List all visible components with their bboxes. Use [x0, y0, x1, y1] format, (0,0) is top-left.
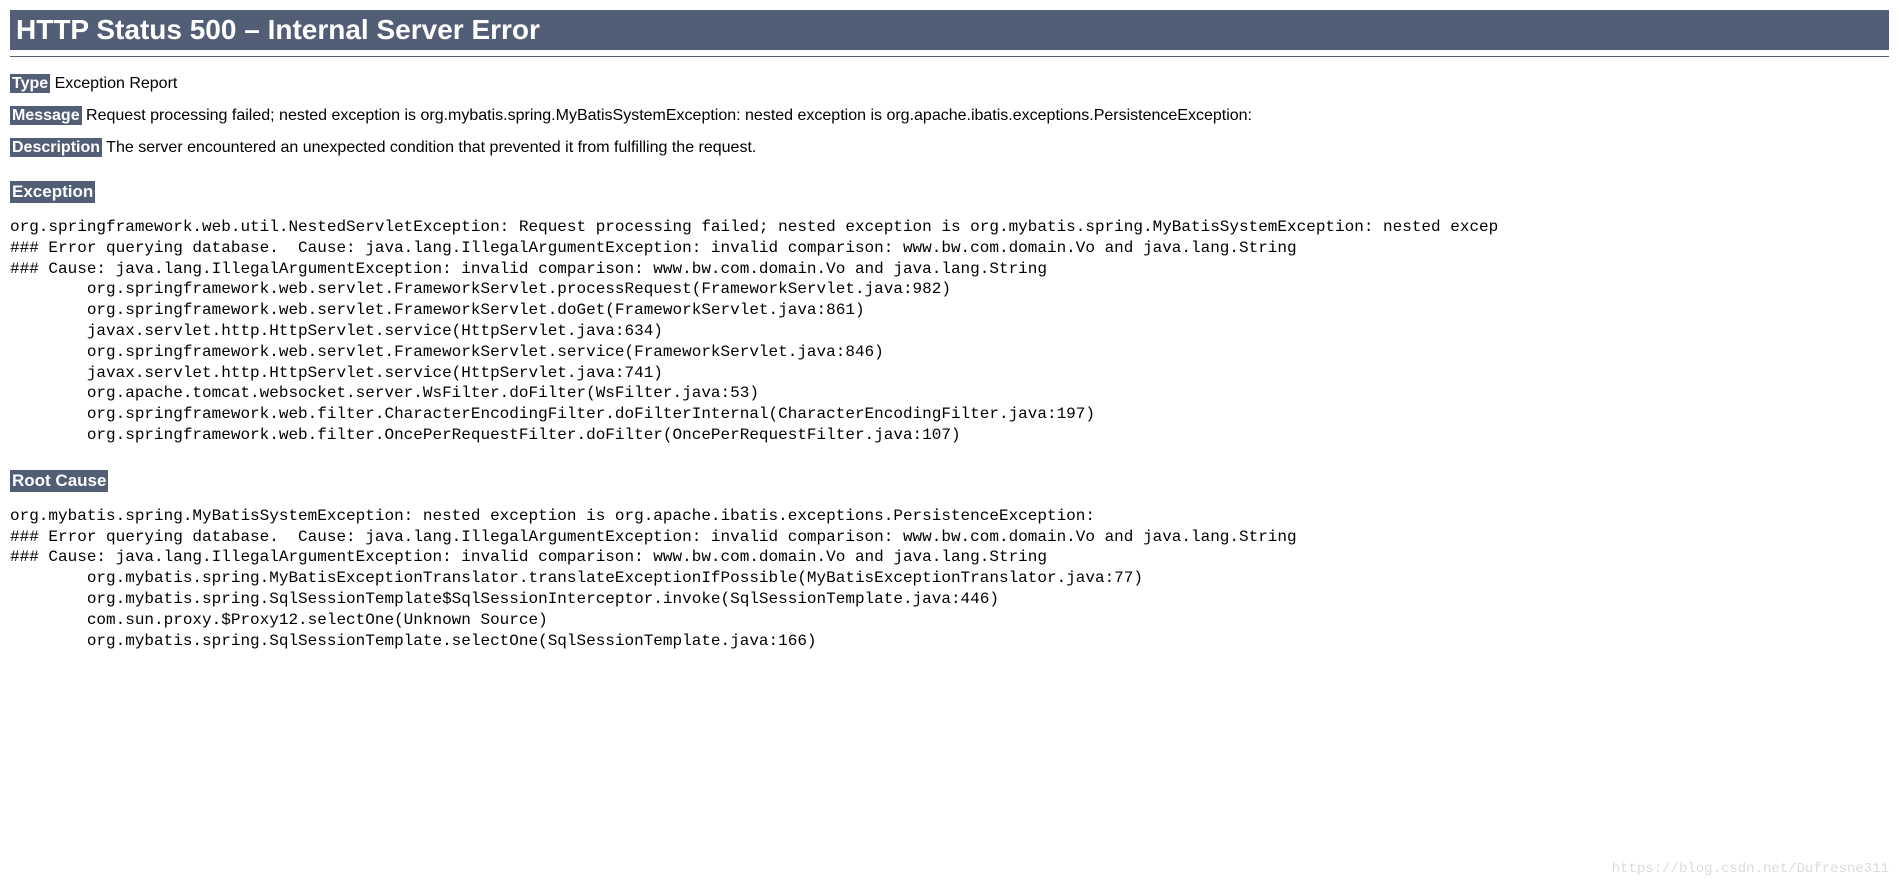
- type-value: Exception Report: [50, 75, 177, 92]
- divider: [10, 56, 1889, 57]
- exception-trace: org.springframework.web.util.NestedServl…: [10, 217, 1889, 446]
- type-label: Type: [10, 74, 50, 93]
- type-row: Type Exception Report: [10, 75, 1889, 93]
- message-value: Request processing failed; nested except…: [82, 107, 1252, 124]
- watermark-text: https://blog.csdn.net/Dufresne311: [1612, 861, 1889, 877]
- root-cause-heading: Root Cause: [10, 470, 108, 492]
- description-label: Description: [10, 138, 102, 157]
- description-value: The server encountered an unexpected con…: [102, 139, 756, 156]
- root-cause-trace: org.mybatis.spring.MyBatisSystemExceptio…: [10, 506, 1889, 652]
- message-row: Message Request processing failed; neste…: [10, 107, 1889, 125]
- page-title: HTTP Status 500 – Internal Server Error: [10, 10, 1889, 50]
- exception-heading: Exception: [10, 181, 95, 203]
- message-label: Message: [10, 106, 82, 125]
- description-row: Description The server encountered an un…: [10, 139, 1889, 157]
